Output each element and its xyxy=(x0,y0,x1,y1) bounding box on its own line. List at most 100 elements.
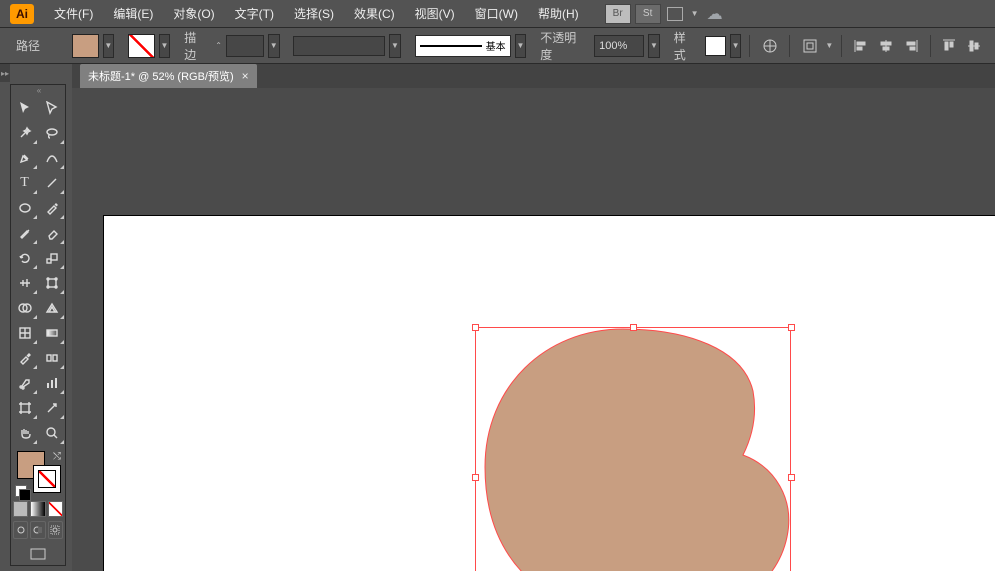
shape-builder-tool[interactable] xyxy=(11,295,38,320)
variable-width-profile[interactable] xyxy=(293,36,385,56)
canvas[interactable] xyxy=(72,88,995,571)
document-area: 未标题-1* @ 52% (RGB/预览) × xyxy=(72,64,995,571)
tools-grip[interactable]: « xyxy=(11,85,65,95)
hand-tool[interactable] xyxy=(11,420,38,445)
brush-definition[interactable]: 基本 xyxy=(415,35,511,57)
color-mode-gradient[interactable] xyxy=(30,501,45,517)
handle-ne[interactable] xyxy=(788,324,795,331)
color-mode-solid[interactable] xyxy=(13,501,28,517)
menu-view[interactable]: 视图(V) xyxy=(405,0,465,28)
handle-e[interactable] xyxy=(788,474,795,481)
opacity-label[interactable]: 不透明度 xyxy=(540,29,586,63)
draw-mode-row xyxy=(11,521,65,539)
stock-icon[interactable]: St xyxy=(635,4,661,24)
panel-expand-handle[interactable]: ▸▸ xyxy=(0,64,10,82)
stroke-dropdown[interactable]: ▼ xyxy=(159,34,171,58)
document-tab[interactable]: 未标题-1* @ 52% (RGB/预览) × xyxy=(80,64,257,88)
stroke-weight-dropdown[interactable]: ▼ xyxy=(268,34,280,58)
brush-line-icon xyxy=(420,45,482,47)
style-label[interactable]: 样式 xyxy=(674,29,697,63)
screen-mode-button[interactable] xyxy=(11,543,65,565)
swap-fill-stroke-icon[interactable]: ⤭ xyxy=(53,451,61,462)
divider xyxy=(789,35,790,57)
menu-edit[interactable]: 编辑(E) xyxy=(103,0,163,28)
stroke-swatch[interactable] xyxy=(128,34,155,58)
scale-tool[interactable] xyxy=(38,245,65,270)
align-hcenter-icon[interactable] xyxy=(876,35,895,57)
handle-nw[interactable] xyxy=(472,324,479,331)
divider xyxy=(841,35,842,57)
sync-icon[interactable]: ☁ xyxy=(707,4,723,24)
menu-object[interactable]: 对象(O) xyxy=(163,0,224,28)
menu-select[interactable]: 选择(S) xyxy=(284,0,344,28)
tab-bar: 未标题-1* @ 52% (RGB/预览) × xyxy=(72,64,995,88)
handle-w[interactable] xyxy=(472,474,479,481)
rotate-tool[interactable] xyxy=(11,245,38,270)
pen-tool[interactable] xyxy=(11,145,38,170)
arrange-documents-icon[interactable] xyxy=(665,5,687,23)
eraser-tool[interactable] xyxy=(38,220,65,245)
brush-tool[interactable] xyxy=(38,195,65,220)
align-vcenter-icon[interactable] xyxy=(965,35,984,57)
column-graph-tool[interactable] xyxy=(38,370,65,395)
color-mode-none[interactable] xyxy=(48,501,63,517)
ellipse-tool[interactable] xyxy=(11,195,38,220)
zoom-tool[interactable] xyxy=(38,420,65,445)
menu-help[interactable]: 帮助(H) xyxy=(528,0,589,28)
selection-bounding-box[interactable] xyxy=(475,327,791,571)
slice-tool[interactable] xyxy=(38,395,65,420)
mesh-tool[interactable] xyxy=(11,320,38,345)
tab-title: 未标题-1* @ 52% (RGB/预览) xyxy=(88,68,234,84)
stroke-weight-caret[interactable]: ⌃ xyxy=(215,41,222,50)
lasso-tool[interactable] xyxy=(38,120,65,145)
divider xyxy=(930,35,931,57)
control-bar: 路径 ▼ ▼ 描边 ⌃ ▼ ▼ 基本 ▼ 不透明度 ▼ 样式 ▼ ▼ xyxy=(0,28,995,64)
menu-effect[interactable]: 效果(C) xyxy=(344,0,405,28)
tab-close-icon[interactable]: × xyxy=(242,69,249,83)
app-logo: Ai xyxy=(10,4,34,24)
align-right-icon[interactable] xyxy=(902,35,921,57)
draw-inside[interactable] xyxy=(48,521,63,539)
stroke-color[interactable] xyxy=(33,465,61,493)
chevron-down-icon[interactable]: ▼ xyxy=(691,9,699,18)
direct-selection-tool[interactable] xyxy=(38,95,65,120)
recolor-icon[interactable] xyxy=(758,35,781,57)
fill-dropdown[interactable]: ▼ xyxy=(103,34,115,58)
symbol-sprayer-tool[interactable] xyxy=(11,370,38,395)
align-to-caret[interactable]: ▼ xyxy=(825,41,833,50)
style-dropdown[interactable]: ▼ xyxy=(730,34,742,58)
magic-wand-tool[interactable] xyxy=(11,120,38,145)
blend-tool[interactable] xyxy=(38,345,65,370)
align-left-icon[interactable] xyxy=(851,35,870,57)
curvature-tool[interactable] xyxy=(38,145,65,170)
menu-file[interactable]: 文件(F) xyxy=(44,0,103,28)
menu-type[interactable]: 文字(T) xyxy=(225,0,284,28)
draw-normal[interactable] xyxy=(13,521,28,539)
fill-swatch[interactable] xyxy=(72,34,99,58)
free-transform-tool[interactable] xyxy=(38,270,65,295)
width-tool[interactable] xyxy=(11,270,38,295)
stroke-label[interactable]: 描边 xyxy=(184,29,207,63)
graphic-style-swatch[interactable] xyxy=(705,36,726,56)
color-mode-row xyxy=(11,501,65,517)
opacity-input[interactable] xyxy=(594,35,644,57)
brush-dropdown[interactable]: ▼ xyxy=(515,34,527,58)
vwp-dropdown[interactable]: ▼ xyxy=(389,34,401,58)
stroke-weight-input[interactable] xyxy=(226,35,264,57)
selection-type-label: 路径 xyxy=(10,37,68,54)
line-tool[interactable] xyxy=(38,170,65,195)
handle-n[interactable] xyxy=(630,324,637,331)
artboard-tool[interactable] xyxy=(11,395,38,420)
bridge-icon[interactable]: Br xyxy=(605,4,631,24)
gradient-tool[interactable] xyxy=(38,320,65,345)
draw-behind[interactable] xyxy=(30,521,45,539)
opacity-dropdown[interactable]: ▼ xyxy=(648,34,660,58)
menu-window[interactable]: 窗口(W) xyxy=(465,0,528,28)
align-top-icon[interactable] xyxy=(940,35,959,57)
eyedropper-tool[interactable] xyxy=(11,345,38,370)
align-to-icon[interactable] xyxy=(798,35,821,57)
type-tool[interactable]: T xyxy=(11,170,38,195)
perspective-grid-tool[interactable] xyxy=(38,295,65,320)
pencil-tool[interactable] xyxy=(11,220,38,245)
selection-tool[interactable] xyxy=(11,95,38,120)
